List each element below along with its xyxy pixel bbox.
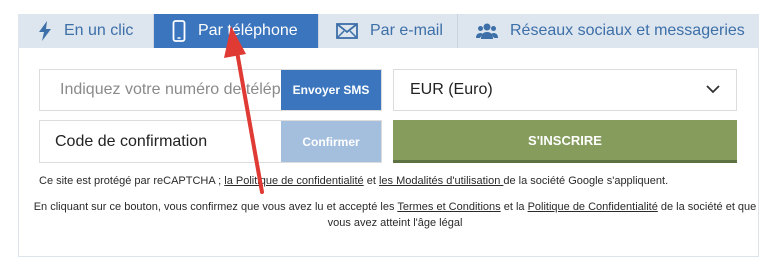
send-sms-button[interactable]: Envoyer SMS: [281, 70, 381, 110]
chevron-down-icon: [706, 81, 720, 99]
privacy-policy-link[interactable]: Politique de Confidentialité: [528, 201, 658, 213]
users-icon: [476, 22, 498, 40]
signup-button[interactable]: S'INSCRIRE: [393, 120, 737, 163]
notice-and: et: [363, 175, 379, 187]
envelope-icon: [336, 23, 358, 39]
privacy-link[interactable]: la Politique de confidentialité: [224, 175, 363, 187]
currency-select[interactable]: EUR (Euro): [393, 69, 737, 111]
tab-by-phone[interactable]: Par téléphone: [154, 14, 319, 48]
registration-tabs: En un clic Par téléphone Par e-mail Rése…: [18, 14, 759, 48]
consent-notice: En cliquant sur ce bouton, vous confirme…: [30, 199, 760, 231]
tab-label: Réseaux sociaux et messageries: [510, 22, 745, 39]
confirmation-code-field[interactable]: Code de confirmation Confirmer: [39, 120, 382, 163]
tab-by-email[interactable]: Par e-mail: [319, 14, 458, 48]
terms-conditions-link[interactable]: Termes et Conditions: [397, 201, 500, 213]
consent-text: En cliquant sur ce bouton, vous confirme…: [33, 201, 398, 213]
lightning-icon: [38, 21, 52, 41]
tab-label: En un clic: [64, 22, 134, 39]
tab-social-networks[interactable]: Réseaux sociaux et messageries: [458, 14, 759, 48]
confirm-button[interactable]: Confirmer: [281, 121, 381, 162]
recaptcha-text: Ce site est protégé par reCAPTCHA ;: [39, 175, 225, 187]
tab-label: Par e-mail: [370, 22, 443, 39]
tab-one-click[interactable]: En un clic: [18, 14, 154, 48]
currency-value: EUR (Euro): [410, 81, 493, 98]
consent-mid: et la: [500, 201, 528, 213]
recaptcha-notice: Ce site est protégé par reCAPTCHA ; la P…: [39, 173, 759, 189]
terms-link[interactable]: les Modalités d'utilisation: [379, 175, 503, 187]
mobile-phone-icon: [172, 20, 186, 42]
recaptcha-suffix: de la société Google s'appliquent.: [503, 175, 669, 187]
tab-label: Par téléphone: [198, 22, 298, 39]
phone-field[interactable]: Indiquez votre numéro de téléphone Envoy…: [39, 69, 382, 111]
